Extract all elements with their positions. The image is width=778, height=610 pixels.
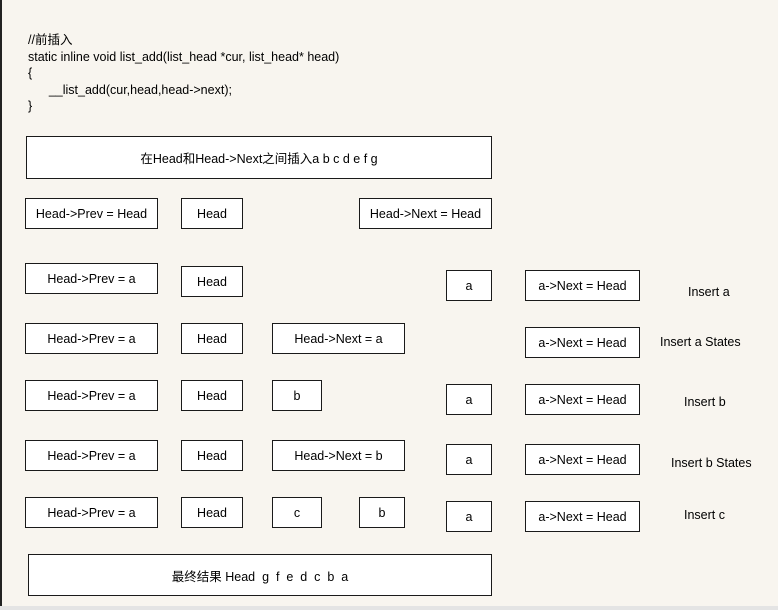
head-next-box: Head->Next = Head <box>359 198 492 229</box>
a-next-box: a->Next = Head <box>525 327 640 358</box>
head-prev-box: Head->Prev = Head <box>25 198 158 229</box>
step-label: Insert a States <box>660 335 741 349</box>
step-label: Insert b States <box>671 456 752 470</box>
head-prev-box: Head->Prev = a <box>25 497 158 528</box>
head-next-box: Head->Next = a <box>272 323 405 354</box>
node-c-box: c <box>272 497 322 528</box>
title-box: 在Head和Head->Next之间插入a b c d e f g <box>26 136 492 179</box>
step-label: Insert c <box>684 508 725 522</box>
left-border <box>0 0 2 610</box>
head-prev-box: Head->Prev = a <box>25 380 158 411</box>
node-b-box: b <box>272 380 322 411</box>
result-box: 最终结果 Head g f e d c b a <box>28 554 492 596</box>
head-box: Head <box>181 323 243 354</box>
head-box: Head <box>181 380 243 411</box>
a-next-box: a->Next = Head <box>525 270 640 301</box>
code-body: __list_add(cur,head,head->next); <box>28 82 232 97</box>
bottom-border <box>0 606 778 610</box>
head-box: Head <box>181 440 243 471</box>
node-a-box: a <box>446 270 492 301</box>
head-prev-box: Head->Prev = a <box>25 263 158 294</box>
node-a-box: a <box>446 444 492 475</box>
code-close-brace: } <box>28 99 33 113</box>
head-box: Head <box>181 266 243 297</box>
node-a-box: a <box>446 384 492 415</box>
a-next-box: a->Next = Head <box>525 501 640 532</box>
head-prev-box: Head->Prev = a <box>25 323 158 354</box>
step-label: Insert b <box>684 395 726 409</box>
node-b-box: b <box>359 497 405 528</box>
head-box: Head <box>181 198 243 229</box>
code-open-brace: { <box>28 66 33 80</box>
code-block: //前插入 static inline void list_add(list_he… <box>28 32 339 115</box>
head-box: Head <box>181 497 243 528</box>
head-next-box: Head->Next = b <box>272 440 405 471</box>
head-prev-box: Head->Prev = a <box>25 440 158 471</box>
a-next-box: a->Next = Head <box>525 384 640 415</box>
code-signature: static inline void list_add(list_head *c… <box>28 49 340 64</box>
step-label: Insert a <box>688 285 730 299</box>
code-comment: //前插入 <box>28 33 73 47</box>
a-next-box: a->Next = Head <box>525 444 640 475</box>
node-a-box: a <box>446 501 492 532</box>
